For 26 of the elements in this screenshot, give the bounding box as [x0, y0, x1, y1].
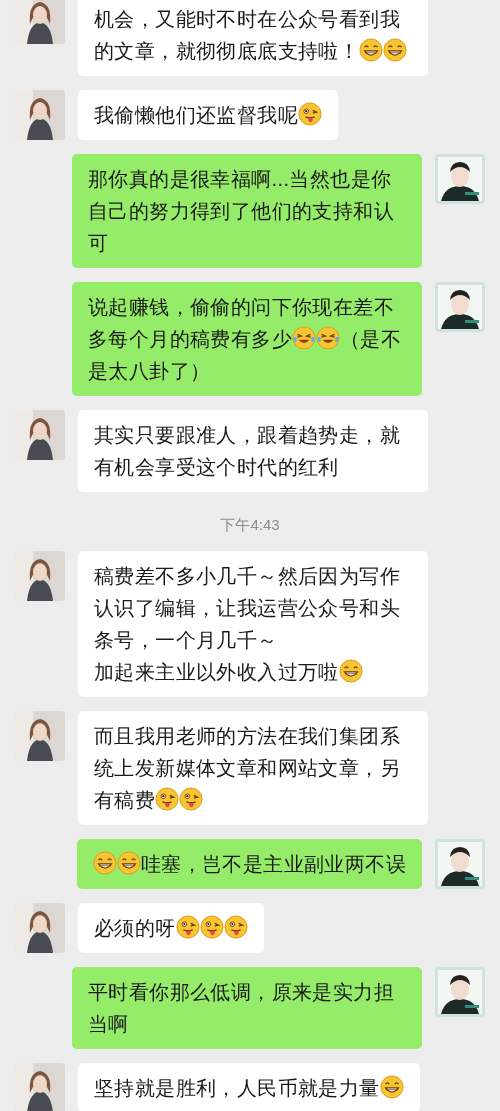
grin-emoji-icon — [359, 38, 384, 62]
grin-emoji-icon — [92, 850, 117, 875]
tongue-emoji-icon — [199, 914, 224, 939]
tongue-emoji-icon — [223, 914, 248, 939]
tongue-emoji-icon — [175, 914, 200, 939]
tongue-emoji-icon — [155, 786, 180, 811]
grin-emoji-icon — [379, 1074, 404, 1099]
laugh-cry-emoji-icon — [316, 326, 340, 350]
sent-message-bubble: 说起赚钱，偷偷的问下你现在差不多每个月的稿费有多少 （是不是太八卦了） — [72, 282, 422, 396]
sent-message-bubble: 平时看你那么低调，原来是实力担当啊 — [72, 966, 422, 1049]
grin-emoji-icon — [383, 38, 408, 62]
received-message-bubble: 坚持就是胜利，人民币就是力量 — [78, 1062, 420, 1111]
received-message-bubble: 其实只要跟准人，跟着趋势走，就有机会享受这个时代的红利 — [78, 410, 428, 492]
received-message-bubble: 稿费差不多小几千～然后因为写作认识了编辑，让我运营公众号和头条号，一个月几千～ 加起来主业以外收入过万啦 — [78, 550, 428, 697]
timestamp: 下午4:43 — [220, 515, 280, 535]
sent-message-bubble: 哇塞，岂不是主业副业两不误 — [76, 838, 422, 889]
grin-emoji-icon — [116, 850, 141, 875]
sent-message-bubble: 那你真的是很幸福啊...当然也是你自己的努力得到了他们的支持和认可 — [72, 154, 422, 268]
tongue-emoji-icon — [298, 102, 322, 126]
received-message-bubble: 机会，又能时不时在公众号看到我的文章，就彻彻底底支持啦！ — [78, 0, 428, 76]
tongue-emoji-icon — [179, 786, 204, 811]
laugh-cry-emoji-icon — [292, 326, 316, 350]
received-message-bubble: 必须的呀 — [78, 902, 264, 953]
grin-emoji-icon — [338, 658, 363, 683]
received-message-bubble: 我偷懒他们还监督我呢 — [78, 90, 338, 140]
received-message-bubble: 而且我用老师的方法在我们集团系统上发新媒体文章和网站文章，另有稿费 — [78, 710, 428, 825]
